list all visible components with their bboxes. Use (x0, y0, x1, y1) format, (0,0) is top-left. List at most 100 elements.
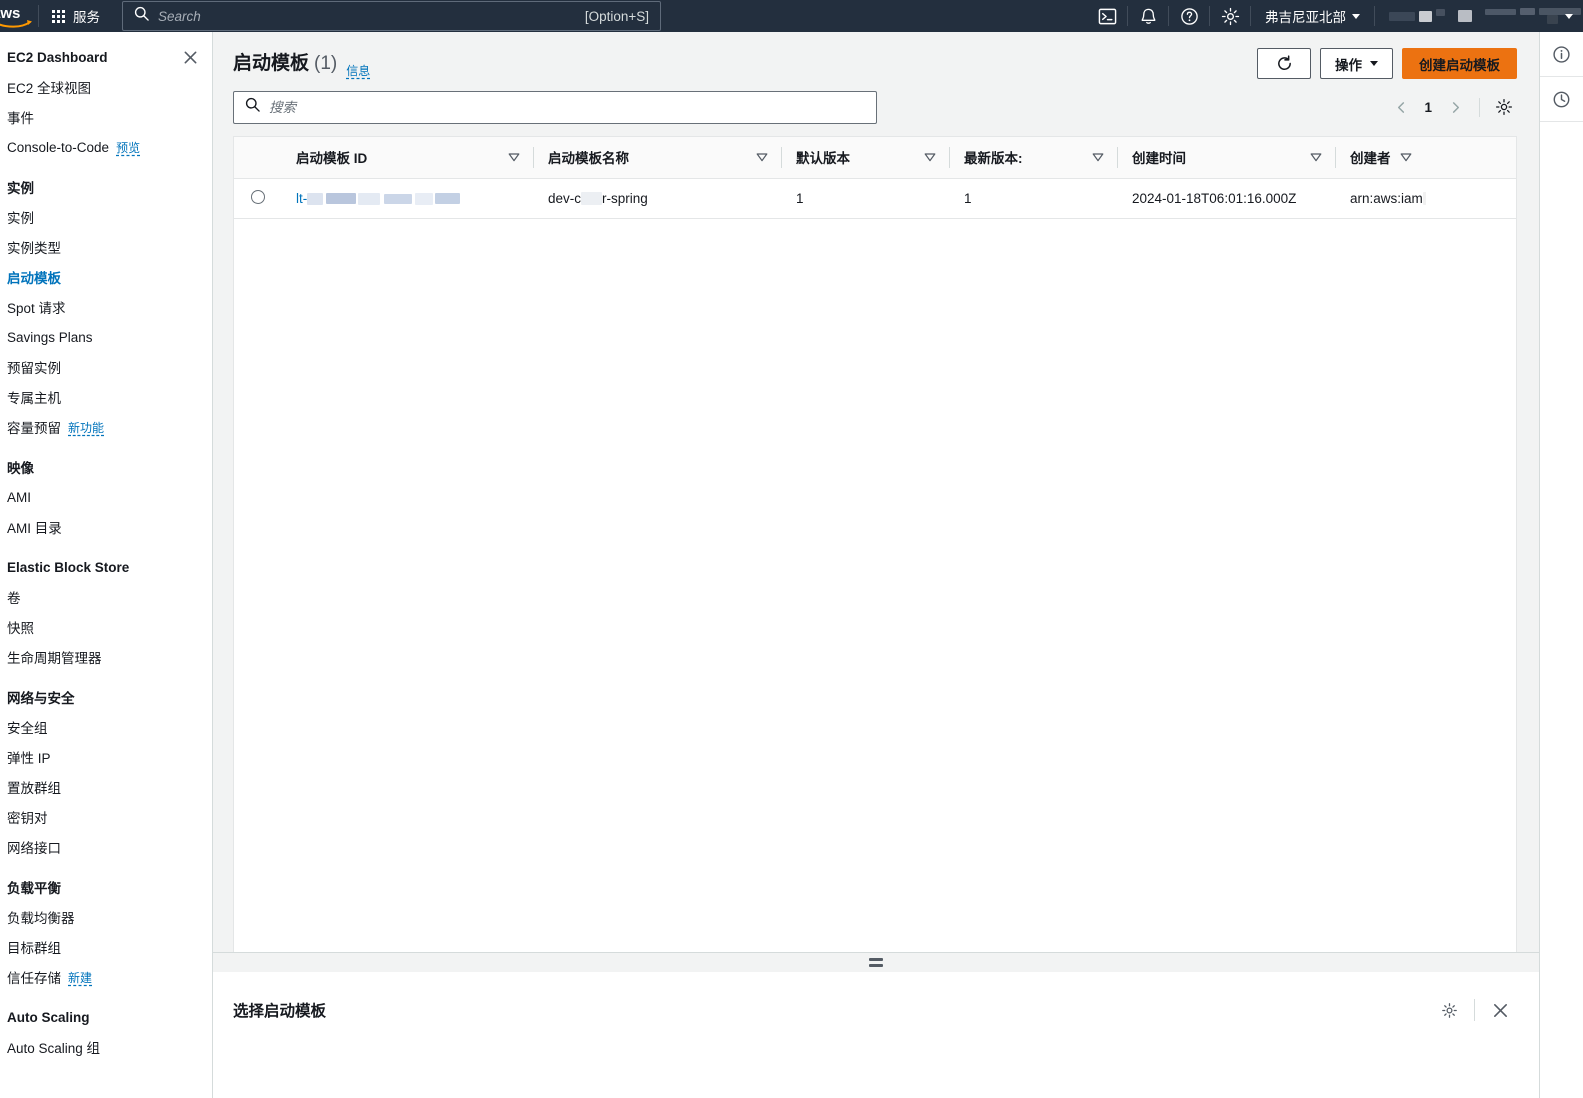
launch-template-id-link[interactable]: lt- (296, 191, 307, 206)
row-radio-button[interactable] (251, 189, 265, 204)
chevron-down-icon (1370, 61, 1378, 66)
sidebar-item-badge[interactable]: 新建 (68, 969, 92, 986)
table-column-header-1[interactable]: 启动模板名称 (534, 137, 782, 179)
region-selector[interactable]: 弗吉尼亚北部 (1251, 0, 1374, 32)
sidebar-item-5[interactable]: 实例类型 (0, 232, 212, 262)
sidebar-item-13[interactable]: AMI (0, 482, 212, 512)
left-sidebar: EC2 Dashboard EC2 全球视图 事件 Console-to-Code 预… (0, 32, 213, 1098)
sidebar-group-label: 实例 (7, 181, 34, 196)
aws-logo[interactable]: aws (0, 0, 38, 32)
sidebar-item-20[interactable]: 安全组 (0, 712, 212, 742)
region-label: 弗吉尼亚北部 (1265, 10, 1346, 25)
create-launch-template-button[interactable]: 创建启动模板 (1402, 48, 1517, 79)
table-filler-column-header (1426, 137, 1516, 179)
sidebar-item-6[interactable]: 启动模板 (0, 262, 212, 292)
table-search-input[interactable] (269, 99, 865, 115)
sidebar-group-15: Elastic Block Store (0, 552, 212, 582)
sidebar-item-7[interactable]: Spot 请求 (0, 292, 212, 322)
sidebar-item-2[interactable]: Console-to-Code 预览 (0, 132, 212, 162)
settings-gear-icon[interactable] (1210, 0, 1250, 32)
sidebar-item-label: 启动模板 (7, 271, 61, 286)
info-circle-icon[interactable] (1540, 32, 1583, 77)
sidebar-item-18[interactable]: 生命周期管理器 (0, 642, 212, 672)
cell-launch-template-name: dev-c r-spring (534, 178, 782, 219)
bottom-panel-settings-gear-icon[interactable] (1432, 996, 1466, 1024)
services-menu-button[interactable]: 服务 (39, 0, 113, 32)
sidebar-item-4[interactable]: 实例 (0, 202, 212, 232)
main-content-area: 启动模板 (1) 信息 操作 创建启动模板 搜索 1 启动模板 ID 启动模板名… (213, 32, 1539, 1098)
row-select-cell[interactable] (234, 178, 282, 219)
sidebar-item-11[interactable]: 容量预留 新功能 (0, 412, 212, 442)
sort-caret-icon[interactable] (924, 150, 936, 165)
info-link[interactable]: 信息 (346, 62, 370, 79)
actions-label: 操作 (1335, 57, 1362, 73)
page-header: 启动模板 (1) 信息 操作 创建启动模板 (213, 32, 1539, 80)
cell-latest-version: 1 (950, 178, 1118, 219)
table-search-box[interactable] (233, 90, 877, 124)
sort-caret-icon[interactable] (1400, 150, 1412, 165)
table-column-header-5[interactable]: 创建者 (1336, 137, 1426, 179)
sidebar-item-30[interactable]: Auto Scaling 组 (0, 1032, 212, 1062)
account-label-redacted (1389, 8, 1581, 24)
grid-menu-icon (52, 9, 65, 23)
panel-resize-splitter[interactable] (213, 952, 1539, 972)
history-clock-icon[interactable] (1540, 77, 1583, 122)
redacted-content (307, 192, 461, 205)
global-search-bar[interactable]: [Option+S] (122, 1, 661, 31)
table-column-header-2[interactable]: 默认版本 (782, 137, 950, 179)
sidebar-item-badge[interactable]: 新功能 (68, 419, 104, 436)
cell-launch-template-id[interactable]: lt- (282, 178, 534, 219)
sidebar-item-22[interactable]: 置放群组 (0, 772, 212, 802)
sidebar-group-label: 负载平衡 (7, 881, 61, 896)
sidebar-item-21[interactable]: 弹性 IP (0, 742, 212, 772)
sidebar-item-27[interactable]: 目标群组 (0, 932, 212, 962)
refresh-button[interactable] (1257, 48, 1311, 79)
pagination-divider (1479, 97, 1480, 117)
table-column-header-4[interactable]: 创建时间 (1118, 137, 1336, 179)
sidebar-item-label: 生命周期管理器 (7, 651, 102, 666)
account-menu-button[interactable] (1375, 0, 1583, 32)
bottom-panel-close-icon[interactable] (1483, 996, 1517, 1024)
pagination-prev-button[interactable] (1388, 94, 1414, 120)
sidebar-item-8[interactable]: Savings Plans (0, 322, 212, 352)
help-icon[interactable] (1169, 0, 1209, 32)
cloudshell-icon[interactable] (1087, 0, 1127, 32)
actions-dropdown-button[interactable]: 操作 (1320, 48, 1393, 79)
notifications-bell-icon[interactable] (1128, 0, 1168, 32)
sidebar-item-26[interactable]: 负载均衡器 (0, 902, 212, 932)
table-preferences-gear-icon[interactable] (1491, 94, 1517, 120)
launch-templates-table-container: 启动模板 ID 启动模板名称 默认版本 最新版本: 创建时间 创建者 lt-dev-c r-… (233, 136, 1517, 978)
table-header-row: 启动模板 ID 启动模板名称 默认版本 最新版本: 创建时间 创建者 (234, 137, 1516, 179)
sidebar-item-10[interactable]: 专属主机 (0, 382, 212, 412)
sort-caret-icon[interactable] (1092, 150, 1104, 165)
close-icon[interactable] (183, 50, 198, 65)
sort-caret-icon[interactable] (1310, 150, 1322, 165)
sidebar-item-14[interactable]: AMI 目录 (0, 512, 212, 542)
table-column-header-3[interactable]: 最新版本: (950, 137, 1118, 179)
pagination-page-1[interactable]: 1 (1416, 100, 1440, 115)
sort-caret-icon[interactable] (508, 150, 520, 165)
table-column-label: 创建者 (1350, 151, 1391, 167)
table-row[interactable]: lt-dev-c r-spring 1 1 2024-01-18T06:01:16.00… (234, 178, 1516, 219)
sidebar-item-16[interactable]: 卷 (0, 582, 212, 612)
sidebar-group-label: 映像 (7, 461, 34, 476)
sidebar-item-label: AMI 目录 (7, 521, 62, 536)
sidebar-item-9[interactable]: 预留实例 (0, 352, 212, 382)
page-item-count: (1) (314, 53, 338, 74)
sidebar-item-17[interactable]: 快照 (0, 612, 212, 642)
sidebar-item-label: 专属主机 (7, 391, 61, 406)
sidebar-item-0[interactable]: EC2 全球视图 (0, 72, 212, 102)
sidebar-item-28[interactable]: 信任存储 新建 (0, 962, 212, 992)
global-search-input[interactable] (158, 8, 585, 24)
table-column-header-0[interactable]: 启动模板 ID (282, 137, 534, 179)
sidebar-item-23[interactable]: 密钥对 (0, 802, 212, 832)
sidebar-item-badge[interactable]: 预览 (116, 139, 140, 156)
sidebar-group-19: 网络与安全 (0, 682, 212, 712)
sidebar-item-24[interactable]: 网络接口 (0, 832, 212, 862)
sidebar-group-label: 网络与安全 (7, 691, 75, 706)
drag-handle-icon (869, 958, 883, 967)
pagination-next-button[interactable] (1442, 94, 1468, 120)
sort-caret-icon[interactable] (756, 150, 768, 165)
sidebar-item-1[interactable]: 事件 (0, 102, 212, 132)
sidebar-item-label: 安全组 (7, 721, 48, 736)
